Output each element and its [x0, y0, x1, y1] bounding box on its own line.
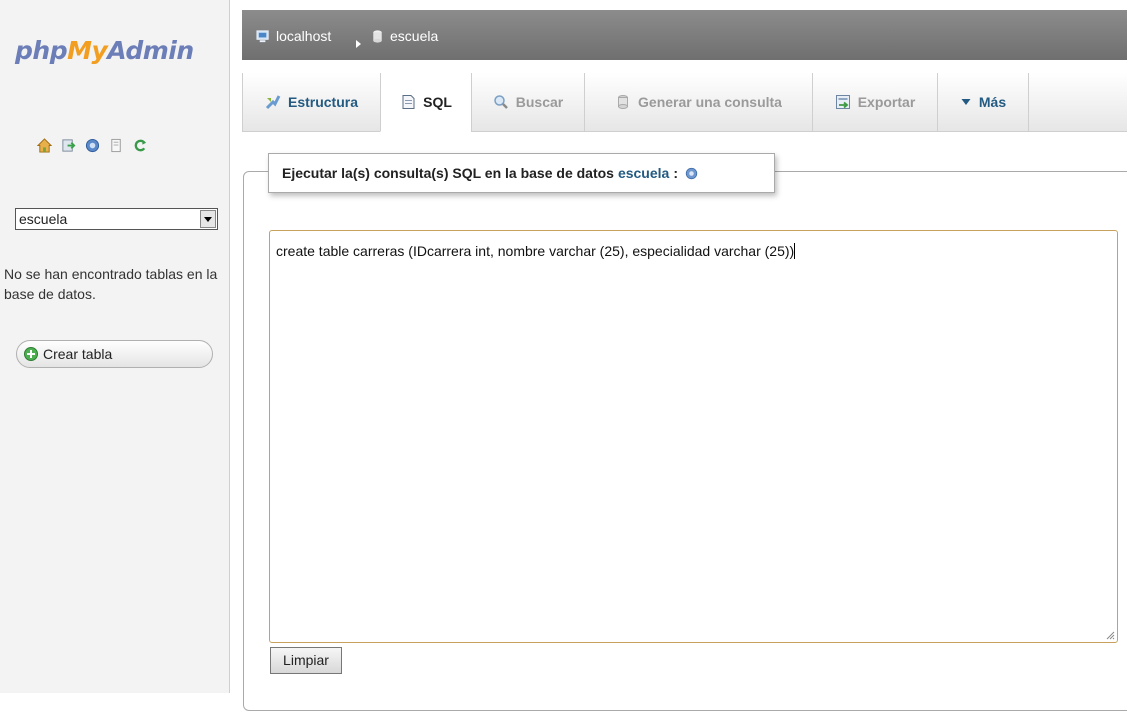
breadcrumb-server[interactable]: localhost	[256, 28, 331, 44]
tab-export-label: Exportar	[857, 94, 916, 110]
tab-bar: Estructura SQL Buscar Generar una consul…	[242, 73, 1127, 132]
nav-icon-bar	[37, 138, 148, 153]
legend-database-link[interactable]: escuela	[618, 165, 669, 181]
logo-part-my: My	[67, 36, 108, 65]
structure-icon	[265, 95, 281, 110]
breadcrumb-database[interactable]: escuela	[370, 28, 438, 44]
tab-more-label: Más	[978, 94, 1007, 110]
logo-part-admin: Admin	[107, 36, 194, 65]
no-tables-message: No se han encontrado tablas en la base d…	[4, 266, 218, 302]
home-icon[interactable]	[37, 138, 52, 153]
sql-query-text: create table carreras (IDcarrera int, no…	[276, 243, 795, 259]
tab-structure[interactable]: Estructura	[242, 73, 380, 131]
export-icon	[835, 95, 850, 109]
resize-grip-icon[interactable]	[1106, 631, 1115, 640]
phpmyadmin-logo[interactable]: phpMyAdmin	[15, 36, 194, 65]
more-icon	[961, 99, 971, 105]
database-select-value: escuela	[19, 211, 68, 227]
tab-query-builder-label: Generar una consulta	[638, 94, 782, 110]
logout-icon[interactable]	[61, 138, 76, 153]
tab-more[interactable]: Más	[937, 73, 1029, 131]
navigation-panel: phpMyAdmin escuela No se han encontrado …	[0, 0, 230, 693]
breadcrumb-database-label: escuela	[390, 28, 439, 44]
tab-search[interactable]: Buscar	[471, 73, 584, 131]
help-icon[interactable]	[685, 167, 698, 180]
documentation-icon[interactable]	[109, 138, 124, 153]
tab-sql[interactable]: SQL	[380, 73, 471, 132]
server-icon	[256, 29, 269, 42]
sql-query-legend: Ejecutar la(s) consulta(s) SQL en la bas…	[268, 153, 775, 193]
legend-text: Ejecutar la(s) consulta(s) SQL en la bas…	[282, 165, 614, 181]
sql-icon	[402, 95, 415, 109]
create-table-button[interactable]: Crear tabla	[16, 340, 213, 368]
breadcrumb-server-label: localhost	[276, 28, 332, 44]
clear-button[interactable]: Limpiar	[270, 647, 342, 674]
create-table-label: Crear tabla	[43, 346, 113, 362]
text-caret	[794, 243, 796, 259]
breadcrumb: localhost escuela	[242, 10, 1127, 60]
legend-colon: :	[673, 165, 678, 181]
tab-sql-label: SQL	[423, 94, 452, 110]
query-icon	[618, 95, 629, 109]
tab-query-builder[interactable]: Generar una consulta	[584, 73, 812, 131]
tab-export[interactable]: Exportar	[812, 73, 937, 131]
search-icon	[494, 95, 508, 109]
tab-structure-label: Estructura	[287, 94, 359, 110]
logo-part-php: php	[15, 36, 68, 65]
add-icon	[24, 347, 38, 361]
database-icon	[373, 29, 382, 43]
sql-query-textarea[interactable]: create table carreras (IDcarrera int, no…	[269, 230, 1118, 643]
chevron-down-icon[interactable]	[200, 210, 216, 228]
tab-search-label: Buscar	[515, 94, 564, 110]
help-icon[interactable]	[85, 138, 100, 153]
database-select[interactable]: escuela	[15, 208, 218, 230]
reload-icon[interactable]	[133, 138, 148, 153]
breadcrumb-separator-icon	[356, 40, 361, 48]
